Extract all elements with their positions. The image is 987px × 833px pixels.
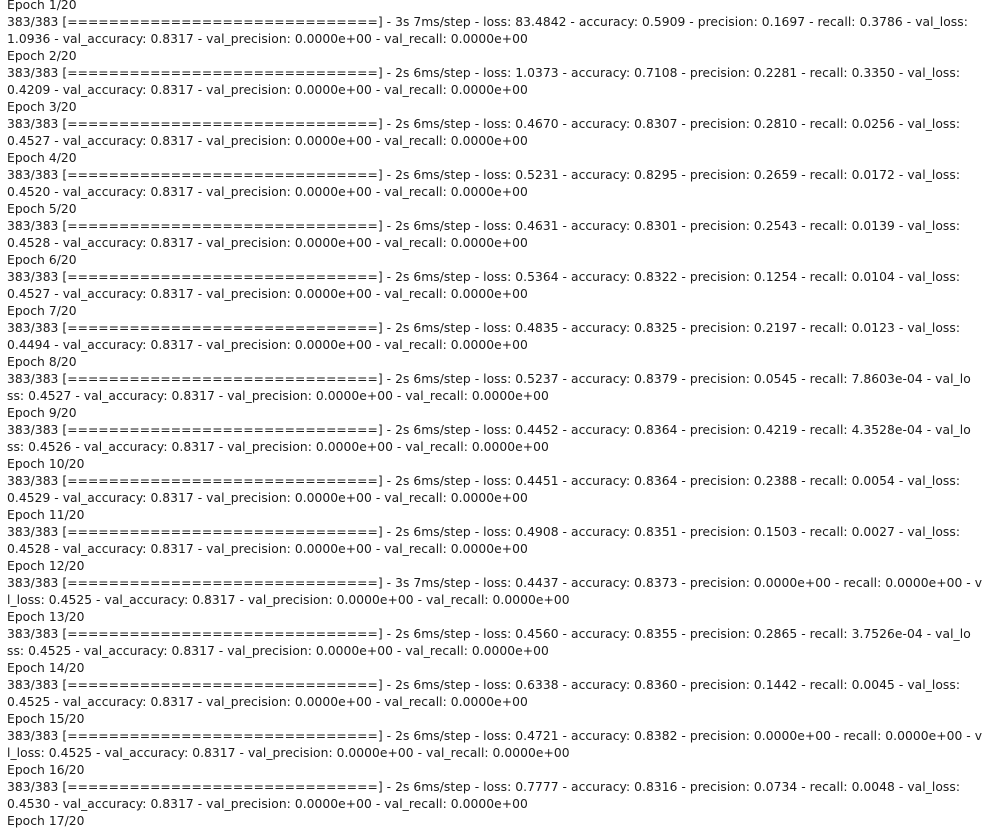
metrics-line: ss: 0.4525 - val_accuracy: 0.8317 - val_… [7,644,549,658]
progress-line: 383/383 [==============================]… [7,372,971,386]
progress-line: 383/383 [==============================]… [7,15,968,29]
progress-line: 383/383 [==============================]… [7,117,961,131]
metrics-line: 0.4209 - val_accuracy: 0.8317 - val_prec… [7,83,528,97]
epoch-header: Epoch 7/20 [7,304,77,318]
epoch-block: Epoch 4/20 383/383 [====================… [7,150,982,201]
metrics-line: 1.0936 - val_accuracy: 0.8317 - val_prec… [7,32,528,46]
epoch-header: Epoch 10/20 [7,457,85,471]
epoch-header: Epoch 16/20 [7,763,85,777]
progress-line: 383/383 [==============================]… [7,780,961,794]
progress-line: 383/383 [==============================]… [7,270,961,284]
epoch-header: Epoch 2/20 [7,49,77,63]
epoch-header: Epoch 14/20 [7,661,85,675]
epoch-block: Epoch 12/20 383/383 [===================… [7,558,982,609]
progress-line: 383/383 [==============================]… [7,729,982,743]
epoch-block: Epoch 9/20 383/383 [====================… [7,405,982,456]
metrics-line: ss: 0.4527 - val_accuracy: 0.8317 - val_… [7,389,549,403]
progress-line: 383/383 [==============================]… [7,576,982,590]
epoch-block: Epoch 13/20 383/383 [===================… [7,609,982,660]
epoch-block: Epoch 8/20 383/383 [====================… [7,354,982,405]
progress-line: 383/383 [==============================]… [7,321,961,335]
epoch-header: Epoch 5/20 [7,202,77,216]
progress-line: 383/383 [==============================]… [7,219,961,233]
progress-line: 383/383 [==============================]… [7,525,961,539]
metrics-line: 0.4527 - val_accuracy: 0.8317 - val_prec… [7,287,528,301]
epoch-block: Epoch 5/20 383/383 [====================… [7,201,982,252]
progress-line: 383/383 [==============================]… [7,66,961,80]
epoch-header: Epoch 15/20 [7,712,85,726]
epoch-header: Epoch 11/20 [7,508,85,522]
epoch-header: Epoch 13/20 [7,610,85,624]
epoch-block: Epoch 11/20 383/383 [===================… [7,507,982,558]
epoch-header: Epoch 6/20 [7,253,77,267]
epoch-header: Epoch 1/20 [7,0,77,12]
epoch-block: Epoch 7/20 383/383 [====================… [7,303,982,354]
epoch-header: Epoch 17/20 [7,814,85,828]
progress-line: 383/383 [==============================]… [7,474,961,488]
epoch-block: Epoch 16/20 383/383 [===================… [7,762,982,813]
metrics-line: 0.4528 - val_accuracy: 0.8317 - val_prec… [7,542,528,556]
metrics-line: 0.4527 - val_accuracy: 0.8317 - val_prec… [7,134,528,148]
epoch-header: Epoch 8/20 [7,355,77,369]
metrics-line: l_loss: 0.4525 - val_accuracy: 0.8317 - … [7,593,570,607]
metrics-line: 0.4530 - val_accuracy: 0.8317 - val_prec… [7,797,528,811]
metrics-line: 0.4528 - val_accuracy: 0.8317 - val_prec… [7,236,528,250]
metrics-line: ss: 0.4526 - val_accuracy: 0.8317 - val_… [7,440,549,454]
epoch-header: Epoch 4/20 [7,151,77,165]
progress-line: 383/383 [==============================]… [7,423,971,437]
epoch-block: Epoch 6/20 383/383 [====================… [7,252,982,303]
progress-line: 383/383 [==============================]… [7,627,971,641]
progress-line: 383/383 [==============================]… [7,168,961,182]
metrics-line: l_loss: 0.4525 - val_accuracy: 0.8317 - … [7,746,570,760]
progress-line: 383/383 [==============================]… [7,678,961,692]
epoch-header: Epoch 3/20 [7,100,77,114]
epoch-block: Epoch 1/20 383/383 [====================… [7,0,982,48]
metrics-line: 0.4520 - val_accuracy: 0.8317 - val_prec… [7,185,528,199]
training-log-output: Epoch 1/20 383/383 [====================… [7,0,982,830]
epoch-block: Epoch 14/20 383/383 [===================… [7,660,982,711]
metrics-line: 0.4525 - val_accuracy: 0.8317 - val_prec… [7,695,528,709]
epoch-header: Epoch 9/20 [7,406,77,420]
epoch-header: Epoch 12/20 [7,559,85,573]
epoch-block: Epoch 15/20 383/383 [===================… [7,711,982,762]
epoch-block: Epoch 2/20 383/383 [====================… [7,48,982,99]
metrics-line: 0.4529 - val_accuracy: 0.8317 - val_prec… [7,491,528,505]
epoch-block: Epoch 10/20 383/383 [===================… [7,456,982,507]
epoch-block: Epoch 3/20 383/383 [====================… [7,99,982,150]
metrics-line: 0.4494 - val_accuracy: 0.8317 - val_prec… [7,338,528,352]
